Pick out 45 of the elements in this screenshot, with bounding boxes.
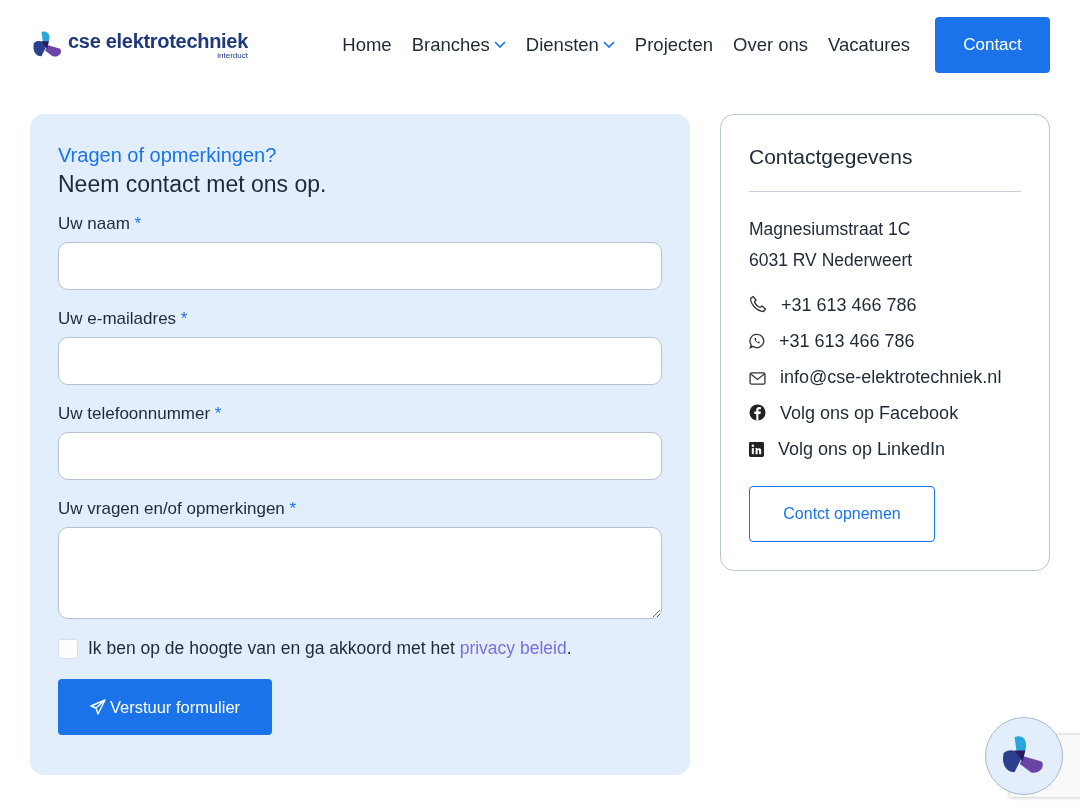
input-field[interactable] bbox=[58, 432, 662, 480]
consent-checkbox[interactable] bbox=[58, 638, 78, 659]
phone-icon bbox=[749, 295, 767, 313]
nav-link[interactable]: Branches bbox=[411, 34, 506, 56]
facebook-icon bbox=[749, 404, 766, 421]
contact-title: Contactgegevens bbox=[749, 145, 914, 169]
chevron-down-icon bbox=[602, 41, 615, 49]
social-link[interactable]: Volg ons op Facebook bbox=[780, 403, 959, 423]
form-subtitle: Vragen of opmerkingen? bbox=[58, 144, 278, 167]
field-label: Uw naam bbox=[58, 214, 130, 233]
logo-icon bbox=[32, 30, 64, 60]
submit-button[interactable]: Verstuur formulier bbox=[58, 679, 272, 735]
social-link[interactable]: Volg ons op LinkedIn bbox=[778, 439, 946, 459]
address-line: 6031 RV Nederweert bbox=[749, 249, 914, 272]
envelope-icon bbox=[749, 372, 766, 385]
required-mark: * bbox=[180, 309, 188, 328]
required-mark: * bbox=[214, 404, 222, 423]
address-line: Magnesiumstraat 1C bbox=[749, 218, 912, 241]
input-field[interactable] bbox=[58, 242, 662, 290]
chevron-down-icon bbox=[493, 41, 506, 49]
consent-text: Ik ben op de hoogte van en ga akkoord met het privacy beleid. bbox=[88, 638, 572, 659]
form-title: Neem contact met ons op. bbox=[58, 171, 328, 198]
nav-link[interactable]: Home bbox=[342, 34, 392, 56]
field-label: Uw vragen en/of opmerkingen bbox=[58, 499, 285, 518]
required-mark: * bbox=[289, 499, 297, 518]
logo-wordmark[interactable]: cse elektrotechniek bbox=[68, 30, 248, 51]
logo-tagline: interduct bbox=[217, 50, 248, 60]
nav-link[interactable]: Over ons bbox=[733, 34, 809, 56]
message-field[interactable] bbox=[58, 527, 662, 619]
field-label: Uw telefoonnummer bbox=[58, 404, 211, 423]
nav-link[interactable]: Diensten bbox=[525, 34, 615, 56]
contact-detail: +31 613 466 786 bbox=[779, 331, 915, 351]
contact-detail: +31 613 466 786 bbox=[781, 295, 917, 315]
required-mark: * bbox=[134, 214, 142, 233]
nav-link[interactable]: Projecten bbox=[634, 34, 713, 56]
contact-button[interactable]: Contact bbox=[935, 17, 1050, 73]
paper-plane-icon bbox=[89, 699, 106, 715]
linkedin-icon bbox=[749, 442, 764, 457]
privacy-link[interactable]: privacy beleid bbox=[459, 638, 567, 658]
whatsapp-icon bbox=[749, 333, 765, 349]
field-label: Uw e-mailadres bbox=[58, 309, 177, 328]
input-field[interactable] bbox=[58, 337, 662, 385]
contact-request-button[interactable]: Contct opnemen bbox=[749, 486, 935, 542]
contact-detail: info@cse-elektrotechniek.nl bbox=[780, 367, 1002, 387]
nav-link[interactable]: Vacatures bbox=[828, 34, 910, 56]
